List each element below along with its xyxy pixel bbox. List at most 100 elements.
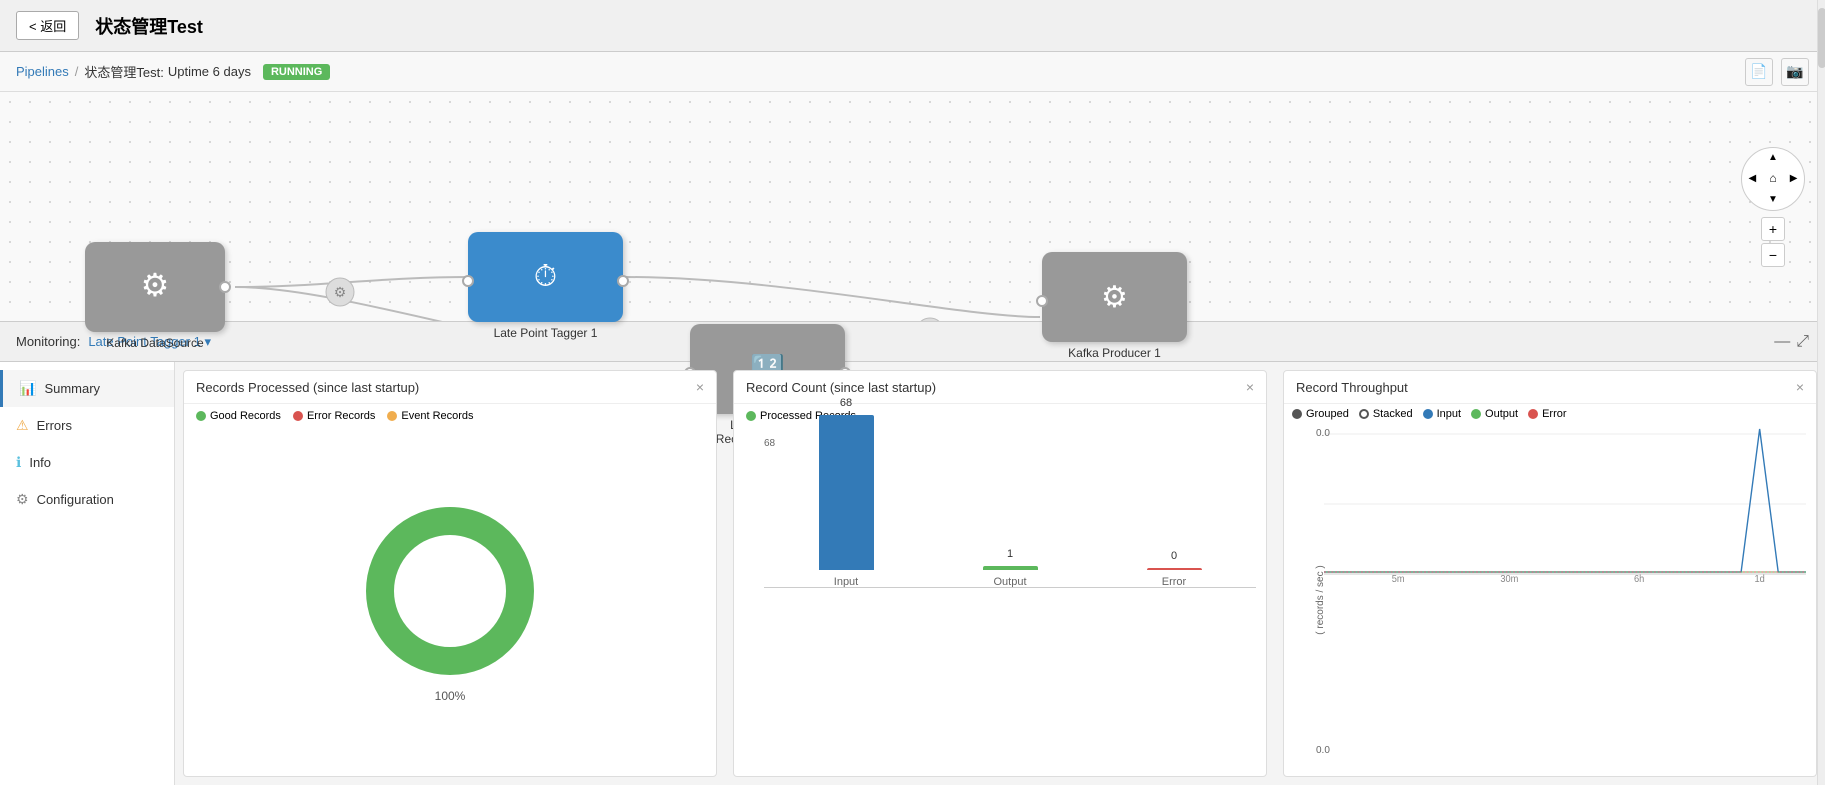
node-kafka-producer[interactable]: ⚙ Kafka Producer 1 [1042,252,1187,360]
zoom-in-button[interactable]: + [1761,217,1785,241]
chart3-title: Record Throughput [1296,380,1408,395]
donut-percent-label: 100% [435,689,466,703]
legend-input: Input [1423,408,1461,420]
camera-button[interactable]: 📷 [1781,58,1809,86]
doc-button[interactable]: 📄 [1745,58,1773,86]
sidebar-item-errors[interactable]: ⚠ Errors [0,407,174,444]
pipeline-name: 状态管理Test: [84,62,163,81]
legend-good-records: Good Records [196,410,281,422]
svg-text:6h: 6h [1634,574,1644,584]
chart1-legend: Good Records Error Records Event Records [184,404,716,428]
legend-label-grouped: Grouped [1306,408,1349,420]
bar-error: 0 Error [1147,568,1202,588]
sidebar-item-configuration[interactable]: ⚙ Configuration [0,481,174,518]
svg-text:30m: 30m [1500,574,1518,584]
chart-throughput: Record Throughput × Grouped Stacked Inpu… [1283,370,1817,777]
nav-right-button[interactable]: ▶ [1783,168,1804,189]
nav-down-button[interactable]: ▼ [1763,189,1784,210]
svg-text:1d: 1d [1755,574,1765,584]
warning-icon: ⚠ [16,417,29,434]
bar-output: 1 Output [983,566,1038,588]
chart2-legend: Processed Records [734,404,1266,428]
chart3-close-button[interactable]: × [1796,379,1804,395]
node-label-kafka-producer: Kafka Producer 1 [1068,346,1161,360]
expand-button[interactable]: ⤢ [1796,333,1809,351]
svg-text:⚙: ⚙ [334,284,347,300]
node-label-late-point-tagger: Late Point Tagger 1 [494,326,598,340]
sidebar-item-info[interactable]: ℹ Info [0,444,174,481]
breadcrumb-separator: / [75,64,79,79]
legend-error-records: Error Records [293,410,375,422]
legend-dot-stacked [1359,409,1369,419]
zoom-out-button[interactable]: − [1761,243,1785,267]
sidebar-item-summary[interactable]: 📊 Summary [0,370,174,407]
sidebar: 📊 Summary ⚠ Errors ℹ Info ⚙ Configuratio… [0,362,175,785]
legend-output: Output [1471,408,1518,420]
header: < 返回 状态管理Test [0,0,1825,52]
chart1-header: Records Processed (since last startup) × [184,371,716,404]
sidebar-label-errors: Errors [37,418,72,433]
legend-stacked: Stacked [1359,408,1413,420]
legend-label-input: Input [1437,408,1461,420]
nav-controls: ▲ ◀ ⌂ ▶ ▼ + − [1741,147,1805,267]
chart-records-processed: Records Processed (since last startup) ×… [183,370,717,777]
chart1-close-button[interactable]: × [696,379,704,395]
chart2-header: Record Count (since last startup) × [734,371,1266,404]
legend-dot-output [1471,409,1481,419]
legend-dot-red [293,411,303,421]
info-icon: ℹ [16,454,21,471]
legend-label-error: Error Records [307,410,375,422]
pipeline-connections: ⚙ ⚙ ⚙ [0,92,1825,321]
throughput-svg: 5m 30m 6h 1d [1324,424,1806,584]
pipelines-link[interactable]: Pipelines [16,64,69,79]
zoom-controls: + − [1761,217,1785,267]
bar-chart-icon: 📊 [19,380,36,397]
y-top-label: 0.0 [1316,428,1330,439]
legend-dot-green [196,411,206,421]
monitoring-actions: — ⤢ [1774,333,1809,351]
nav-home-button[interactable]: ⌂ [1763,168,1784,189]
legend-dot-grouped [1292,409,1302,419]
legend-label-stacked: Stacked [1373,408,1413,420]
y-bottom-label: 0.0 [1316,745,1330,756]
breadcrumb-actions: 📄 📷 [1745,58,1809,86]
sidebar-label-configuration: Configuration [37,492,114,507]
chart2-close-button[interactable]: × [1246,379,1254,395]
node-label-kafka-datasource: Kafka DataSource [106,336,203,350]
chart3-header: Record Throughput × [1284,371,1816,404]
sidebar-label-summary: Summary [44,381,100,396]
legend-dot-processed [746,411,756,421]
breadcrumb-bar: Pipelines / 状态管理Test: Uptime 6 days RUNN… [0,52,1825,92]
legend-error-tp: Error [1528,408,1566,420]
legend-label-event: Event Records [401,410,473,422]
legend-dot-error [1528,409,1538,419]
bottom-panel: 📊 Summary ⚠ Errors ℹ Info ⚙ Configuratio… [0,362,1825,785]
svg-text:5m: 5m [1392,574,1405,584]
chart1-title: Records Processed (since last startup) [196,380,419,395]
monitoring-bar: Monitoring: Late Point Tagger 1 ▾ — ⤢ [0,322,1825,362]
legend-label-good: Good Records [210,410,281,422]
chart3-legend: Grouped Stacked Input Output Error [1284,404,1816,424]
legend-label-error-tp: Error [1542,408,1566,420]
minimize-button[interactable]: — [1774,333,1790,351]
legend-dot-input [1423,409,1433,419]
uptime-label: Uptime 6 days [168,64,251,79]
chart3-body: ( records / sec ) 0.0 0.0 5m 30m [1284,424,1816,776]
chart1-body: 100% [184,428,716,776]
sidebar-label-info: Info [29,455,51,470]
scrollbar-thumb[interactable] [1818,8,1825,68]
donut-chart [360,501,540,681]
legend-grouped: Grouped [1292,408,1349,420]
node-kafka-datasource[interactable]: ⚙ Kafka DataSource [85,242,225,350]
node-late-point-tagger[interactable]: ⏱ Late Point Tagger 1 [468,232,623,340]
page-title: 状态管理Test [95,13,203,39]
pipeline-canvas: ⚙ ⚙ ⚙ ⚙ Kafka DataSource ⏱ Late Point Ta… [0,92,1825,322]
nav-left-button[interactable]: ◀ [1742,168,1763,189]
gear-icon: ⚙ [16,491,29,508]
chart-record-count: Record Count (since last startup) × Proc… [733,370,1267,777]
charts-area: Records Processed (since last startup) ×… [175,362,1825,785]
nav-up-button[interactable]: ▲ [1763,148,1784,169]
status-badge: RUNNING [263,64,330,80]
vertical-scrollbar[interactable] [1817,0,1825,785]
back-button[interactable]: < 返回 [16,11,79,40]
